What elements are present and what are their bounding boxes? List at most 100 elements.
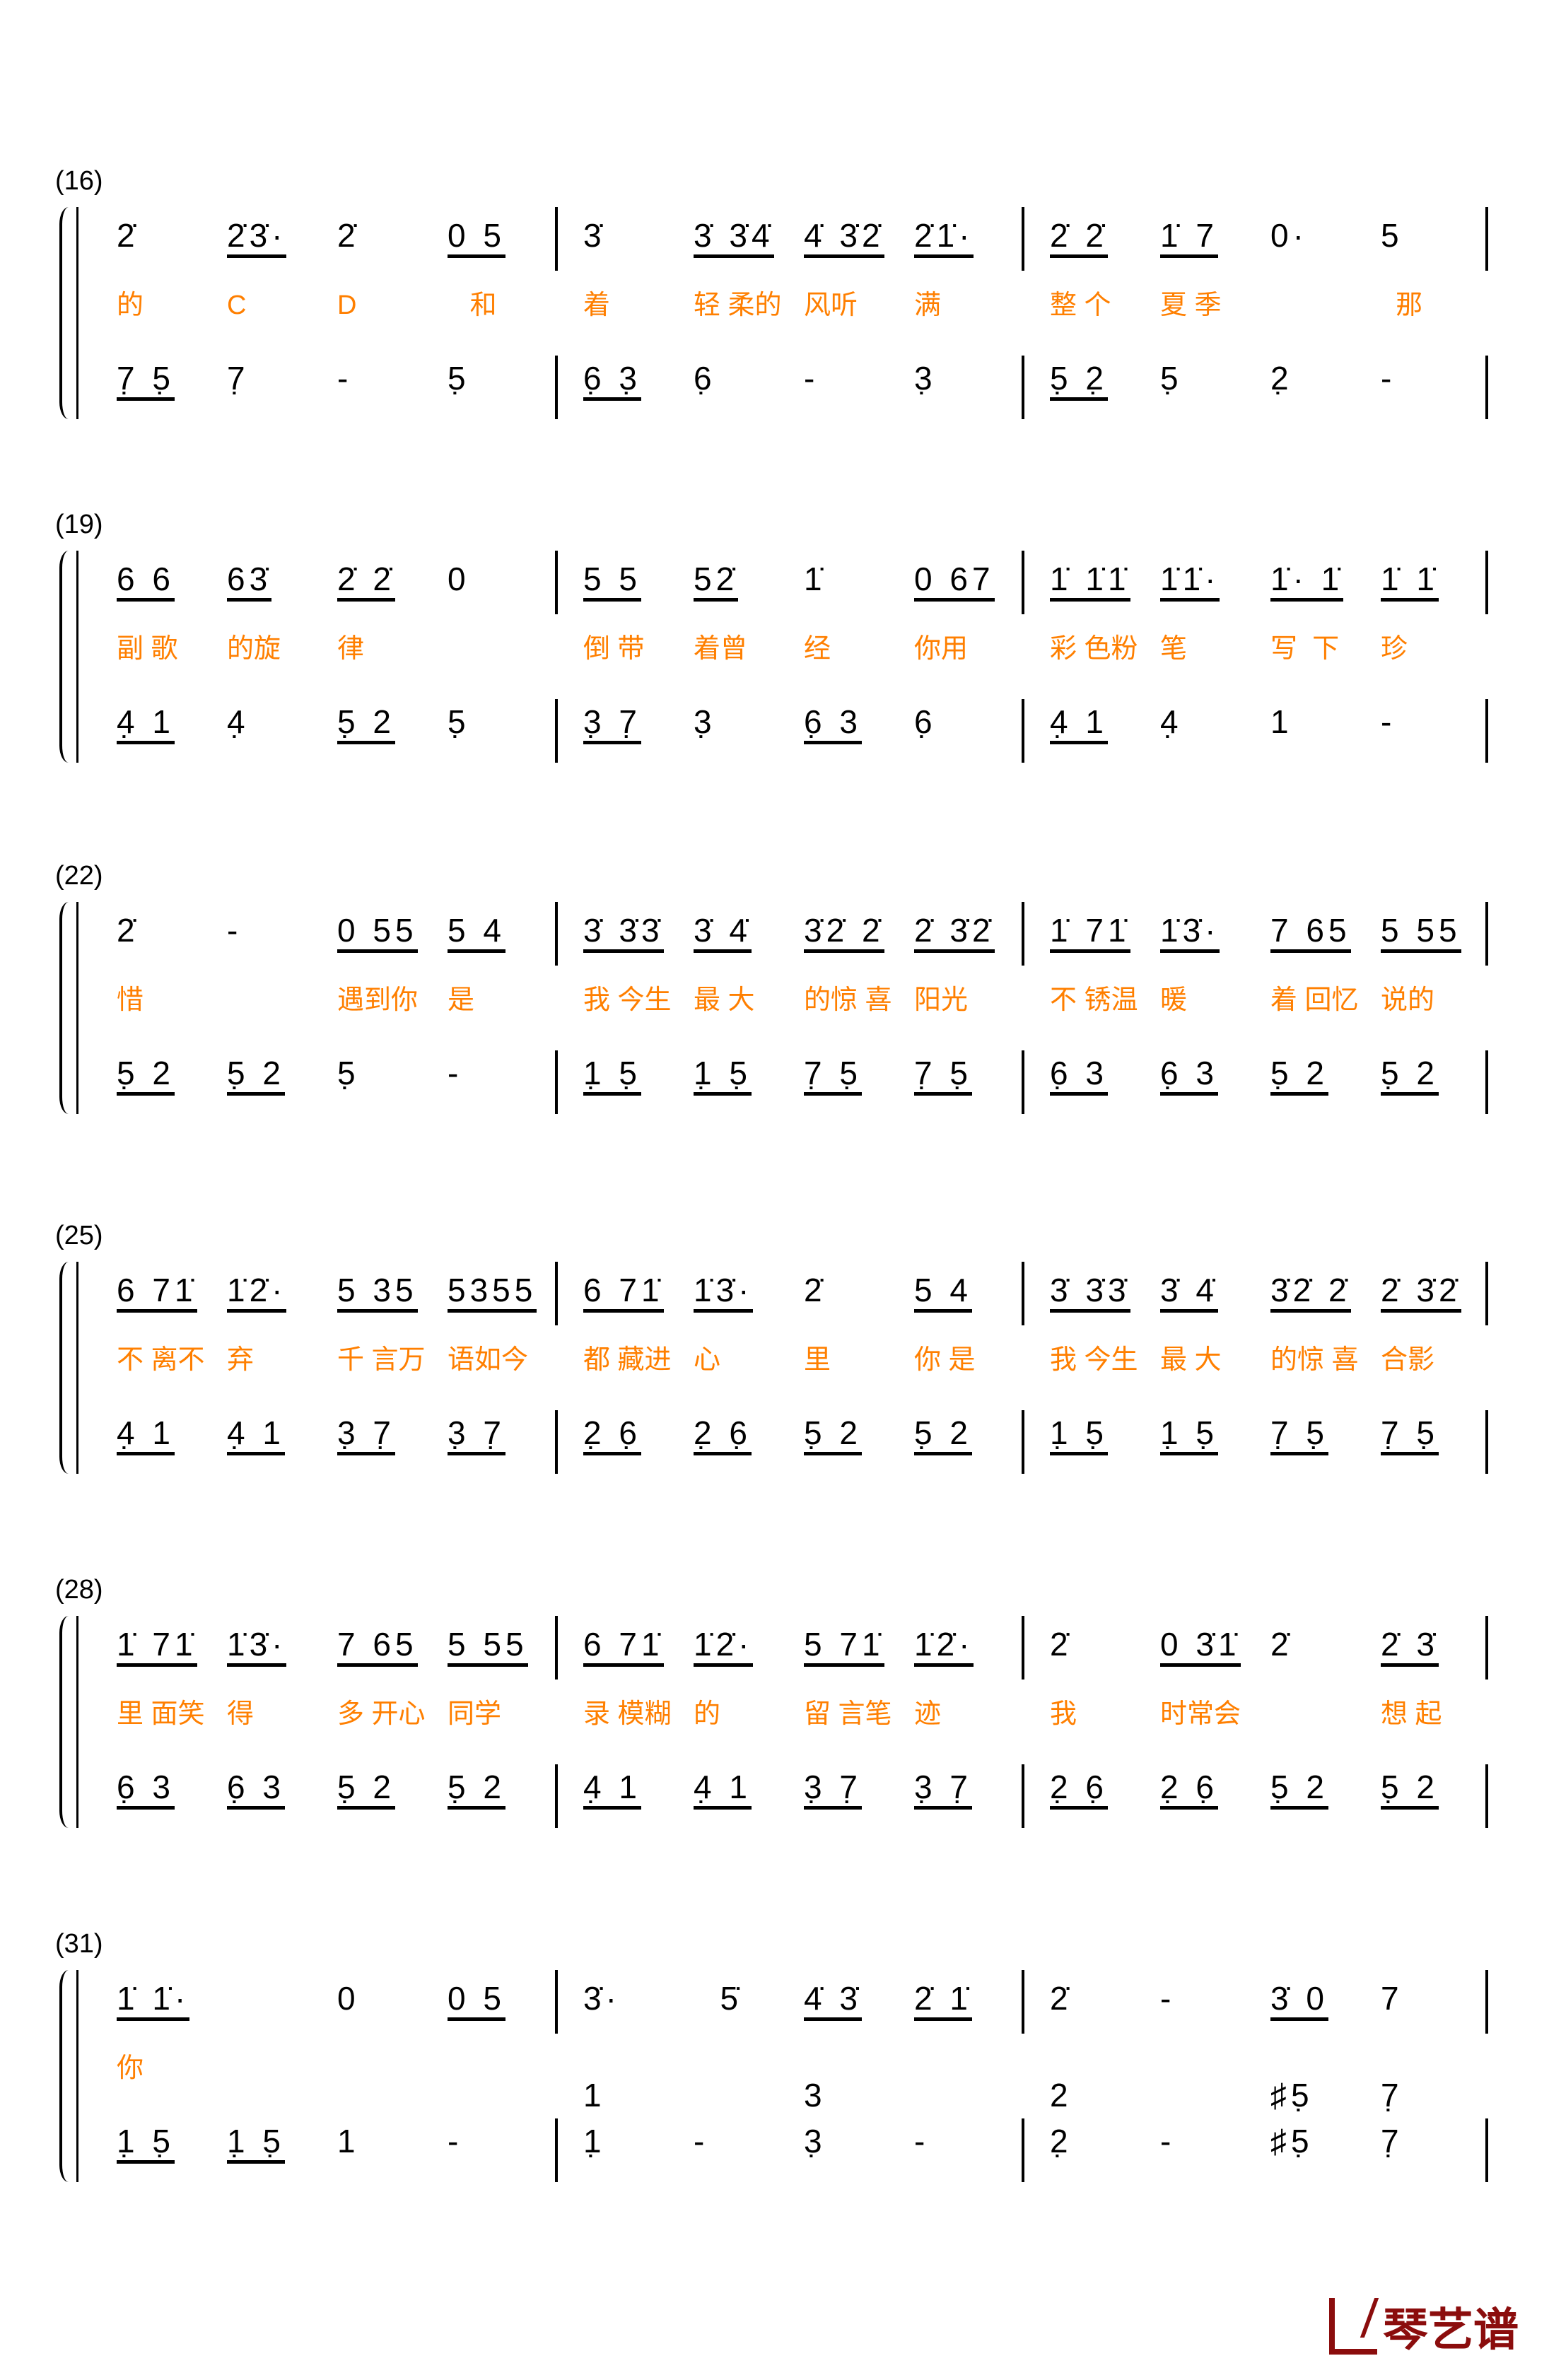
lyric-beat: 阳光 <box>914 983 1024 1018</box>
note-beat: 6̣ 3 <box>1050 1052 1160 1096</box>
lyric-text: 的 <box>117 291 144 320</box>
note-text: - <box>804 360 819 397</box>
note-beat: - <box>1381 357 1491 401</box>
note-beat: 1̇ 1̇1̇ <box>1050 558 1160 602</box>
note-beat <box>694 2074 804 2116</box>
note-text: 1̣ 5̣ <box>583 1055 641 1096</box>
lyric-text: 的 <box>694 1699 721 1729</box>
lyrics-row: 的CD 和 <box>117 288 558 323</box>
note-beat: 2̇ 2̇ <box>337 558 448 602</box>
note-text: 3̇· <box>583 1980 621 2017</box>
lyric-text: 着 回忆 <box>1270 985 1359 1015</box>
note-text: 1̣ 5̣ <box>117 2123 175 2164</box>
lyric-beat <box>227 2051 337 2086</box>
note-beat: 3̇ <box>583 214 694 258</box>
note-beat: 1 <box>1270 700 1381 744</box>
note-beat: 1̇ 71̇ <box>117 1623 227 1667</box>
note-beat: 6̣ 3 <box>1160 1052 1270 1096</box>
note-beat <box>914 2074 1024 2116</box>
note-beat: - <box>227 909 337 953</box>
lyrics-row: 你 <box>117 2051 558 2086</box>
note-text: 2̇1̇· <box>914 218 974 258</box>
melody-row: 2̇ - 3̇ 0 7 <box>1050 1977 1491 2021</box>
lyric-text: 是 <box>448 985 475 1015</box>
note-beat: 4̇ 3̇ <box>804 1977 914 2021</box>
bass-row: 4̣ 1 4̣ 1 - <box>1050 700 1491 744</box>
note-beat: 5̣ <box>448 700 558 744</box>
melody-row: 6 71̇ 1̇2̇· 5 35 5355 <box>117 1269 558 1313</box>
lyrics-row: 惜 遇到你是 <box>117 983 558 1018</box>
lyric-text: 暖 <box>1160 985 1188 1015</box>
note-text: - <box>1160 1980 1176 2017</box>
chord-upper-row: 13 <box>583 2074 1024 2116</box>
lyric-text: 多 开心 <box>337 1699 426 1729</box>
note-beat: 1̇ 1̇ <box>1381 558 1491 602</box>
note-beat: 3̣ 7̣ <box>448 1412 558 1455</box>
note-beat: 4̣ <box>1160 700 1270 744</box>
note-text: 2̣ 6̣ <box>1050 1769 1108 1810</box>
note-text: 1̣ 5̣ <box>1160 1415 1218 1455</box>
lyric-text: 遇到你 <box>337 985 419 1015</box>
note-beat: 2̇ 1̇ <box>914 1977 1024 2021</box>
note-text: - <box>227 912 242 949</box>
bass-row: 7̣ 5̣ 7̣ - 5̣ <box>117 357 558 401</box>
note-beat: 1̣ 5̣ <box>227 2120 337 2164</box>
lyric-beat: 心 <box>694 1342 804 1378</box>
note-beat: 5 5 <box>583 558 694 602</box>
note-beat: 5 55 <box>448 1623 558 1667</box>
lyric-beat: 最 大 <box>694 983 804 1018</box>
note-text: 2̣ 6̣ <box>583 1415 641 1455</box>
note-text: 5̣ 2 <box>448 1769 505 1810</box>
bass-row: 4̣ 1 4̣ 5̣ 2 5̣ <box>117 700 558 744</box>
note-beat: 6̣ 3 <box>227 1766 337 1810</box>
note-beat: 1̇3̇· <box>694 1269 804 1313</box>
lyrics-row: 我 今生最 大 的惊 喜阳光 <box>583 983 1024 1018</box>
brace-icon <box>59 902 78 1114</box>
lyric-text: 最 大 <box>694 985 755 1015</box>
note-text: 2̇ 1̇ <box>914 1981 972 2021</box>
lyric-text: 录 模糊 <box>583 1699 672 1729</box>
brace-icon <box>59 1262 78 1474</box>
lyric-beat: 弃 <box>227 1342 337 1378</box>
note-beat: 7̣ 5̣ <box>1381 1412 1491 1455</box>
note-beat: - <box>448 2120 558 2164</box>
lyrics-row: 副 歌 的旋 律 <box>117 631 558 667</box>
lyric-text: 里 面笑 <box>117 1699 205 1729</box>
note-beat: 2̇ 3̇2̇ <box>914 909 1024 953</box>
note-beat: 1̇ 7 <box>1160 214 1270 258</box>
lyric-text: 你用 <box>914 634 969 664</box>
note-text: 4̇ 3̇ <box>804 1981 862 2021</box>
note-beat: 1̇ 71̇ <box>1050 909 1160 953</box>
lyric-text: C <box>227 291 247 320</box>
note-beat: 3̇2̇ 2̇ <box>1270 1269 1381 1313</box>
lyric-text: 着曾 <box>694 634 748 664</box>
lyric-text: 得 <box>227 1699 255 1729</box>
note-text: 1̇ 1̇· <box>117 1981 190 2021</box>
note-beat: 4̇ 3̇2̇ <box>804 214 914 258</box>
note-beat: 1̇1̇· <box>1160 558 1270 602</box>
note-text: 2̣ 6̣ <box>1160 1769 1218 1810</box>
note-text: 5̣ 2 <box>337 1769 395 1810</box>
note-beat <box>227 1977 337 2021</box>
lyric-text: 的惊 喜 <box>804 985 892 1015</box>
note-text: 5̣ 2 <box>914 1415 972 1455</box>
lyric-beat <box>448 631 558 667</box>
note-text: 2̇ 3̇ <box>1381 1626 1439 1667</box>
note-text: - <box>448 2123 463 2159</box>
note-beat: 2̇ 3̇ <box>1381 1623 1491 1667</box>
note-text: 6̣ <box>694 360 716 397</box>
note-beat: 5̇ <box>694 1977 804 2021</box>
note-beat: 7 <box>1381 1977 1491 2021</box>
measure-number: (28) <box>55 1575 103 1605</box>
note-beat: - <box>1381 700 1491 744</box>
note-beat: 3̇ 4̇ <box>1160 1269 1270 1313</box>
note-text: 5 55 <box>1381 913 1461 953</box>
note-text: 7̣ 5̣ <box>117 360 175 401</box>
note-text: 1̇3̇· <box>694 1272 754 1313</box>
bass-row: 2̣ 6̣ 2̣ 6̣ 5̣ 2 5̣ 2 <box>1050 1766 1491 1810</box>
note-beat: 5 4 <box>914 1269 1024 1313</box>
note-text: 5̣ 2 <box>1270 1769 1328 1810</box>
note-beat: - <box>1160 2120 1270 2162</box>
note-text: 4̣ <box>227 703 250 740</box>
bass-row: 6̣ 3 6̣ 3 5̣ 2 5̣ 2 <box>117 1766 558 1810</box>
